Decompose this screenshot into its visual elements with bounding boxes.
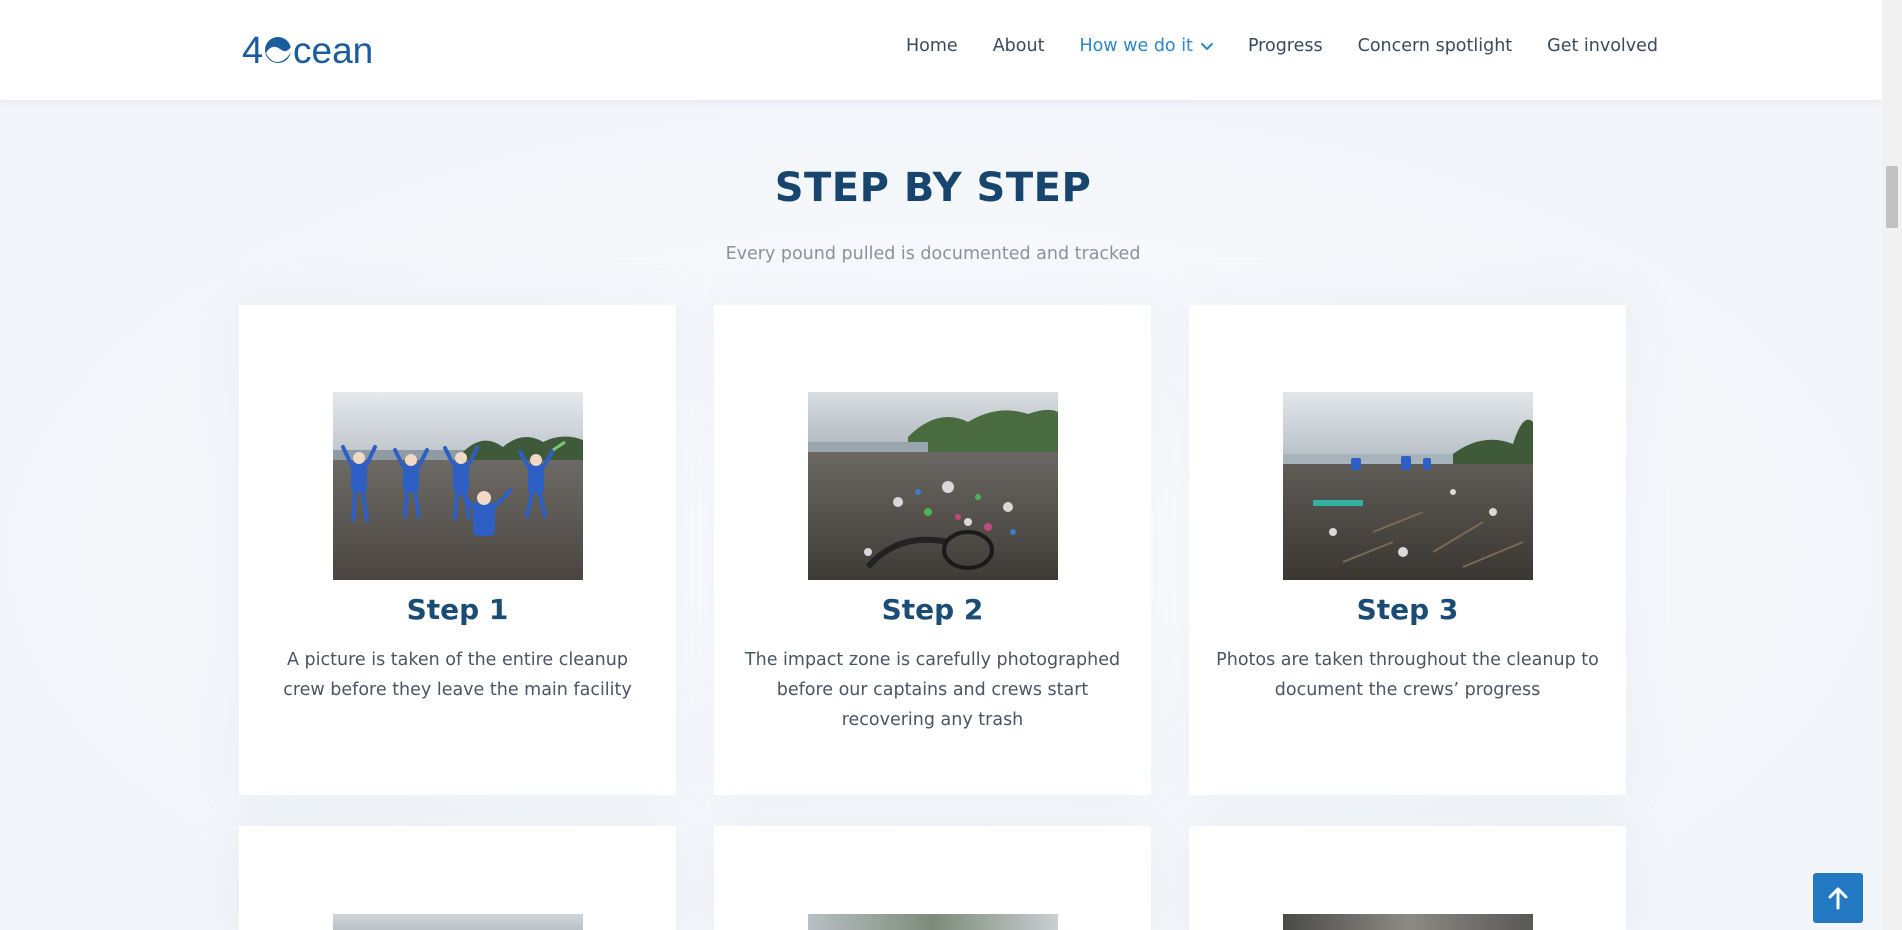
step-description: Photos are taken throughout the cleanup …: [1216, 650, 1599, 700]
svg-text:4: 4: [242, 30, 263, 69]
back-to-top-button[interactable]: [1813, 873, 1863, 923]
chevron-down-icon: [1200, 36, 1213, 56]
section-title: STEP BY STEP: [774, 165, 1092, 211]
step-card-4: [239, 826, 676, 930]
nav-item-about[interactable]: About: [993, 36, 1045, 56]
crew-on-beach-photo: [333, 392, 583, 580]
step-description: The impact zone is carefully photographe…: [744, 650, 1121, 730]
nav-item-how-we-do-it[interactable]: How we do it: [1079, 36, 1213, 56]
step-title: Step 2: [881, 593, 984, 626]
nav-item-concern-spotlight[interactable]: Concern spotlight: [1358, 36, 1513, 56]
step-title: Step 3: [1356, 593, 1459, 626]
scrollbar-thumb[interactable]: [1886, 166, 1898, 228]
nav-item-home[interactable]: Home: [906, 36, 958, 56]
trash-on-beach-photo: [808, 392, 1058, 580]
main-nav: Home About How we do it Progress Concern…: [906, 36, 1658, 56]
logo[interactable]: 4 cean: [242, 28, 394, 70]
page-scrollbar[interactable]: [1882, 0, 1902, 930]
step-5-photo: [808, 914, 1058, 930]
svg-text:cean: cean: [293, 30, 373, 69]
arrow-up-icon: [1828, 887, 1848, 910]
step-card-5: [714, 826, 1151, 930]
nav-item-get-involved[interactable]: Get involved: [1547, 36, 1658, 56]
nav-item-progress[interactable]: Progress: [1248, 36, 1323, 56]
step-card-1: Step 1 A picture is taken of the entire …: [239, 305, 676, 795]
step-description: A picture is taken of the entire cleanup…: [283, 650, 632, 700]
step-6-photo: [1283, 914, 1533, 930]
step-title: Step 1: [406, 593, 509, 626]
step-card-6: [1189, 826, 1626, 930]
step-card-3: Step 3 Photos are taken throughout the c…: [1189, 305, 1626, 795]
section-subtitle: Every pound pulled is documented and tra…: [725, 244, 1141, 264]
step-card-2: Step 2 The impact zone is carefully phot…: [714, 305, 1151, 795]
step-4-photo: [333, 914, 583, 930]
site-header: 4 cean Home About How we do it Progress …: [0, 0, 1882, 100]
4ocean-logo-icon: 4 cean: [242, 30, 373, 69]
crew-cleaning-photo: [1283, 392, 1533, 580]
